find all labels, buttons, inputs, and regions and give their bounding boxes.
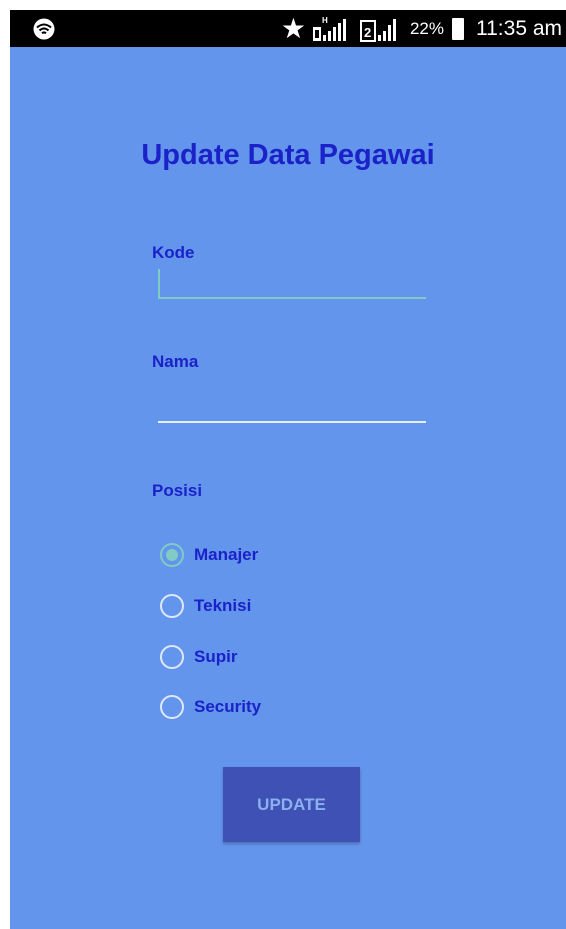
nama-label: Nama: [152, 352, 199, 371]
text-cursor: [158, 269, 160, 297]
app-screen: Update Data Pegawai Kode Nama Posisi Man…: [10, 47, 566, 929]
kode-field[interactable]: [158, 269, 426, 299]
wifi-icon: [33, 18, 55, 40]
radio-label: Security: [194, 697, 262, 716]
kode-label: Kode: [152, 243, 195, 262]
radio-unchecked-icon: [160, 645, 184, 669]
radio-label: Manajer: [194, 545, 259, 564]
status-icons: ★ H 2 22% 11:35 am: [281, 10, 566, 47]
update-button[interactable]: UPDATE: [223, 767, 360, 842]
posisi-label: Posisi: [152, 481, 203, 500]
signal-2-icon: 2: [359, 18, 396, 42]
radio-label: Teknisi: [194, 596, 252, 615]
star-icon: ★: [280, 13, 306, 44]
svg-text:H: H: [322, 16, 328, 25]
radio-supir[interactable]: Supir: [160, 640, 237, 674]
radio-unchecked-icon: [160, 594, 184, 618]
battery-percent: 22%: [409, 18, 444, 38]
page-title: Update Data Pegawai: [141, 139, 435, 171]
signal-h-icon: H: [312, 16, 346, 41]
radio-checked-icon: [160, 543, 184, 567]
radio-teknisi[interactable]: Teknisi: [160, 589, 251, 623]
radio-unchecked-icon: [160, 695, 184, 719]
clock: 11:35 am: [476, 16, 562, 40]
svg-text:2: 2: [364, 25, 371, 40]
radio-manajer[interactable]: Manajer: [160, 538, 258, 572]
nama-field[interactable]: [158, 393, 426, 423]
radio-security[interactable]: Security: [160, 690, 261, 724]
radio-label: Supir: [194, 647, 238, 666]
status-bar: ★ H 2 22% 11:35 am: [10, 10, 566, 47]
battery-icon: [452, 17, 464, 40]
